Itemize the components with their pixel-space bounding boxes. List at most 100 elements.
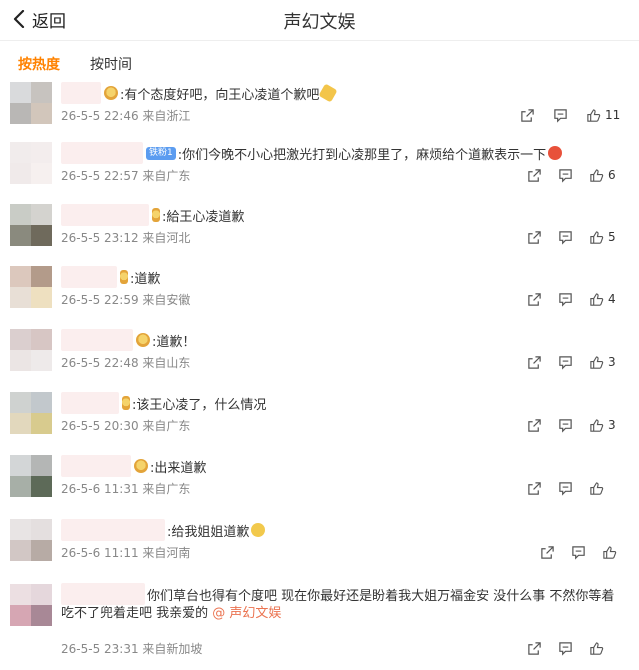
username-blurred[interactable] <box>61 392 119 414</box>
comment-meta: 26-5-5 22:59 来自安徽 <box>61 293 191 307</box>
comment-meta: 26-5-6 11:31 来自广东 <box>61 482 191 496</box>
share-icon <box>528 641 541 655</box>
thumbs-up-icon <box>587 108 601 122</box>
comment-button[interactable] <box>558 481 573 496</box>
fan-badge-icon <box>134 459 148 473</box>
username-blurred[interactable] <box>61 204 149 226</box>
like-button[interactable]: 11 <box>586 108 620 123</box>
comment-button[interactable] <box>558 230 573 245</box>
page-title: 声幻文娱 <box>283 12 356 33</box>
like-button[interactable]: 3 <box>589 418 616 433</box>
thumbs-up-icon <box>590 641 604 655</box>
like-button[interactable]: 5 <box>589 230 616 245</box>
comment-text: :给我姐姐道歉 <box>167 524 250 540</box>
avatar[interactable] <box>10 329 52 371</box>
comment-meta: 26-5-5 22:48 来自山东 <box>61 356 191 370</box>
share-button[interactable] <box>520 108 535 123</box>
header-divider <box>0 40 639 41</box>
share-button[interactable] <box>527 355 542 370</box>
comment-text: :道歉 <box>130 271 161 287</box>
share-icon <box>528 168 541 182</box>
avatar[interactable] <box>10 266 52 308</box>
comment-text: :该王心凌了，什么情况 <box>132 397 267 413</box>
avatar[interactable] <box>10 455 52 497</box>
sort-tabs: 按热度 按时间 <box>18 54 132 74</box>
comment-meta: 26-5-5 22:46 来自浙江 <box>61 109 191 123</box>
comment-icon <box>559 230 572 245</box>
like-count: 11 <box>605 108 621 122</box>
username-blurred[interactable] <box>61 519 165 541</box>
share-icon <box>528 292 541 306</box>
tab-by-hot[interactable]: 按热度 <box>18 54 60 74</box>
comment-icon <box>559 481 572 496</box>
comment-icon <box>559 418 572 433</box>
thumbs-up-icon <box>590 418 604 432</box>
share-icon <box>528 230 541 244</box>
comment-text: 你们草台也得有个度吧 现在你最好还是盼着我大姐万福金安 没什么事 不然你等着 <box>147 588 615 604</box>
comment-icon <box>559 292 572 307</box>
comment-meta: 26-5-5 23:12 来自河北 <box>61 231 191 245</box>
share-button[interactable] <box>527 481 542 496</box>
share-icon <box>528 355 541 369</box>
username-blurred[interactable] <box>61 455 131 477</box>
fan-level-tag: 铁粉1 <box>146 146 176 160</box>
comment-icon <box>559 355 572 370</box>
avatar[interactable] <box>10 204 52 246</box>
like-count: 6 <box>608 168 616 182</box>
like-button[interactable]: 4 <box>589 292 616 307</box>
share-button[interactable] <box>527 641 542 656</box>
avatar[interactable] <box>10 82 52 124</box>
comment-button[interactable] <box>553 108 568 123</box>
comment-icon <box>559 168 572 183</box>
share-button[interactable] <box>540 545 555 560</box>
share-icon <box>541 545 554 559</box>
share-icon <box>521 108 534 122</box>
like-button[interactable]: 3 <box>589 355 616 370</box>
avatar[interactable] <box>10 392 52 434</box>
fan-badge-icon <box>152 208 160 222</box>
crying-face-icon <box>251 523 266 537</box>
thumbs-up-icon <box>590 292 604 306</box>
comment-button[interactable] <box>571 545 586 560</box>
fan-badge-icon <box>136 333 150 347</box>
mention-link[interactable]: @ 声幻文娱 <box>212 606 281 621</box>
thumbs-up-icon <box>603 545 617 559</box>
share-button[interactable] <box>527 292 542 307</box>
like-button[interactable] <box>602 545 617 560</box>
thumbs-up-icon <box>590 230 604 244</box>
fan-badge-icon <box>120 270 128 284</box>
comment-button[interactable] <box>558 292 573 307</box>
comment-button[interactable] <box>558 418 573 433</box>
comment-button[interactable] <box>558 168 573 183</box>
comment-text: :出来道歉 <box>150 460 207 476</box>
comment-button[interactable] <box>558 641 573 656</box>
comment-button[interactable] <box>558 355 573 370</box>
comment-text-continued: 吃不了兜着走吧 我亲爱的 <box>61 606 209 621</box>
username-blurred[interactable] <box>61 82 101 104</box>
username-blurred[interactable] <box>61 329 133 351</box>
avatar[interactable] <box>10 142 52 184</box>
comment-text: :給王心凌道歉 <box>162 209 245 225</box>
party-icon <box>318 83 338 103</box>
username-blurred[interactable] <box>61 266 117 288</box>
like-button[interactable]: 6 <box>589 168 616 183</box>
tab-by-time[interactable]: 按时间 <box>90 54 132 74</box>
angry-face-icon <box>548 146 563 160</box>
comment-icon <box>559 641 572 656</box>
thumbs-up-icon <box>590 168 604 182</box>
like-button[interactable] <box>589 641 604 656</box>
like-count: 3 <box>608 355 616 369</box>
comment-text: :有个态度好吧，向王心凌道个歉吧 <box>120 87 320 103</box>
username-blurred[interactable] <box>61 583 145 605</box>
share-icon <box>528 481 541 495</box>
avatar[interactable] <box>10 519 52 561</box>
like-button[interactable] <box>589 481 604 496</box>
comment-text: :道歉！ <box>152 334 196 350</box>
share-button[interactable] <box>527 418 542 433</box>
thumbs-up-icon <box>590 355 604 369</box>
avatar[interactable] <box>10 584 52 626</box>
top-nav-bar: 返回 声幻文娱 <box>0 0 639 40</box>
share-button[interactable] <box>527 168 542 183</box>
share-button[interactable] <box>527 230 542 245</box>
username-blurred[interactable] <box>61 142 143 164</box>
